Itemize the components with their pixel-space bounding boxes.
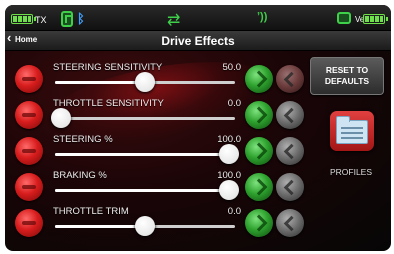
reverse-button[interactable]	[276, 65, 304, 93]
setting-row-throttle-sensitivity: THROTTLE SENSITIVITY 0.0	[5, 95, 305, 131]
setting-value: 0.0	[227, 206, 241, 217]
increase-button[interactable]	[245, 209, 273, 237]
setting-row-braking-percent: BRAKING % 100.0	[5, 167, 305, 203]
slider-fill	[55, 81, 145, 84]
reset-label-line2: DEFAULTS	[324, 76, 370, 86]
increase-button[interactable]	[245, 173, 273, 201]
decrease-button[interactable]	[15, 209, 43, 237]
page-title: Drive Effects	[161, 34, 235, 48]
reset-label-line1: RESET TO	[325, 65, 369, 75]
vehicle-icon	[337, 12, 351, 24]
bluetooth-icon: ᛒ	[77, 11, 85, 26]
profiles-button[interactable]	[330, 111, 374, 151]
decrease-button[interactable]	[15, 101, 43, 129]
folder-icon	[336, 116, 368, 144]
setting-value: 50.0	[222, 62, 242, 73]
slider-track[interactable]	[55, 153, 235, 156]
setting-value: 100.0	[217, 170, 241, 181]
reset-to-defaults-button[interactable]: RESET TO DEFAULTS	[310, 57, 384, 95]
decrease-button[interactable]	[15, 137, 43, 165]
tx-battery-icon	[11, 14, 36, 24]
slider-fill	[55, 225, 145, 228]
slider-fill	[55, 153, 235, 156]
profiles-label: PROFILES	[329, 167, 373, 177]
increase-button[interactable]	[245, 137, 273, 165]
setting-row-steering-sensitivity: STEERING SENSITIVITY 50.0	[5, 59, 305, 95]
reverse-button[interactable]	[276, 209, 304, 237]
setting-value: 0.0	[227, 98, 241, 109]
slider-thumb[interactable]	[219, 144, 239, 164]
slider-thumb[interactable]	[135, 216, 155, 236]
title-bar: Home Drive Effects	[5, 30, 391, 51]
slider-thumb[interactable]	[51, 108, 71, 128]
phone-icon	[61, 11, 73, 27]
setting-label: THROTTLE TRIM	[53, 206, 129, 217]
decrease-button[interactable]	[15, 65, 43, 93]
increase-button[interactable]	[245, 65, 273, 93]
status-bar: TX ᛒ ⇄ ʼ)) Veh	[5, 5, 391, 31]
reverse-button[interactable]	[276, 101, 304, 129]
veh-battery-icon	[363, 14, 388, 24]
slider-fill	[55, 189, 235, 192]
reverse-button[interactable]	[276, 173, 304, 201]
setting-label: BRAKING %	[53, 170, 107, 181]
sync-arrows-icon: ⇄	[167, 12, 181, 29]
setting-value: 100.0	[217, 134, 241, 145]
reverse-button[interactable]	[276, 137, 304, 165]
setting-row-throttle-trim: THROTTLE TRIM 0.0	[5, 203, 305, 239]
app-screen: TX ᛒ ⇄ ʼ)) Veh Home Drive Effects STEERI…	[5, 5, 391, 251]
tx-label: TX	[35, 15, 47, 25]
signal-icon: ʼ))	[257, 11, 268, 23]
slider-track[interactable]	[55, 189, 235, 192]
slider-thumb[interactable]	[219, 180, 239, 200]
decrease-button[interactable]	[15, 173, 43, 201]
setting-label: THROTTLE SENSITIVITY	[53, 98, 164, 109]
increase-button[interactable]	[245, 101, 273, 129]
setting-row-steering-percent: STEERING % 100.0	[5, 131, 305, 167]
slider-track[interactable]	[55, 117, 235, 120]
slider-thumb[interactable]	[135, 72, 155, 92]
setting-label: STEERING %	[53, 134, 113, 145]
